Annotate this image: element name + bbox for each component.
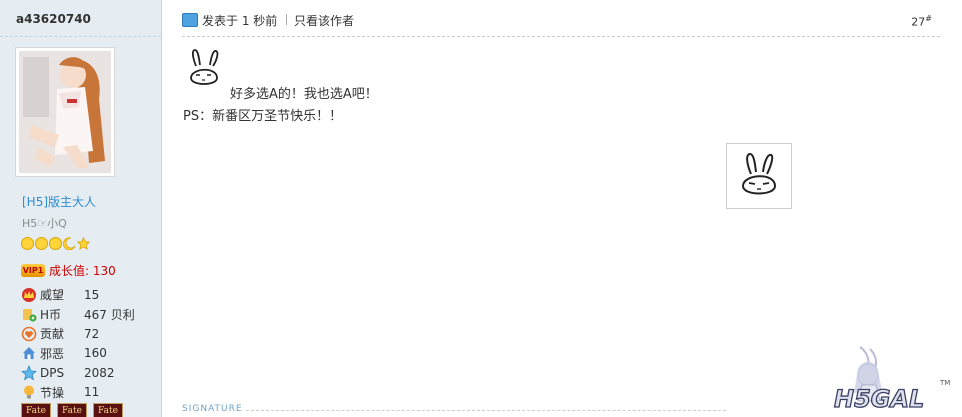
stat-value: 2082 bbox=[84, 365, 115, 380]
fate-medal-icon[interactable]: Fate bbox=[21, 403, 51, 417]
bunny-emoticon-icon bbox=[190, 49, 219, 85]
crown-icon bbox=[22, 287, 36, 302]
stat-label: 节操 bbox=[40, 385, 65, 400]
logo-text: H5GAL bbox=[834, 385, 924, 413]
heart-icon bbox=[21, 326, 37, 342]
growth-value: 成长值: 130 bbox=[49, 264, 116, 278]
level-icons bbox=[21, 237, 90, 250]
user-subtitle: H5☞小Q bbox=[22, 217, 67, 230]
stat-label: 威望 bbox=[40, 288, 65, 303]
stat-row: 威望 15 bbox=[21, 285, 161, 305]
vip-row: VIP1 成长值: 130 bbox=[21, 262, 116, 279]
signature-label: SIGNATURE bbox=[182, 404, 243, 414]
bunny-emoticon-icon bbox=[741, 152, 777, 195]
post-text-line: 好多选A的！我也选A吧！ bbox=[230, 87, 378, 102]
fate-medal-icon[interactable]: Fate bbox=[93, 403, 123, 417]
online-user-icon bbox=[182, 13, 198, 27]
stat-row: 节操 11 bbox=[21, 383, 161, 403]
stat-value: 72 bbox=[84, 326, 100, 341]
sun-icon bbox=[49, 237, 62, 250]
divider bbox=[182, 36, 940, 37]
sun-icon bbox=[21, 237, 34, 250]
user-rank-link[interactable]: [H5]版主大人 bbox=[22, 193, 96, 210]
house-icon bbox=[23, 347, 35, 360]
medal-list: Fate Fate Fate bbox=[21, 403, 123, 417]
stat-row: DPS 2082 bbox=[21, 363, 161, 383]
post-header: 发表于 1 秒前 只看该作者 27# bbox=[182, 10, 940, 32]
stat-label: 贡献 bbox=[40, 327, 65, 342]
avatar[interactable] bbox=[15, 47, 115, 177]
fate-medal-icon[interactable]: Fate bbox=[57, 403, 87, 417]
bunny-sticker-image[interactable] bbox=[726, 143, 792, 209]
stat-row: H币 467 贝利 bbox=[21, 305, 161, 325]
stat-value: 467 贝利 bbox=[84, 307, 135, 322]
stat-row: 贡献 72 bbox=[21, 324, 161, 344]
user-sidebar: a43620740 [H5]版主大人 H5☞小Q VIP1 成长值: 130 威… bbox=[0, 0, 162, 417]
stat-label: 邪恶 bbox=[40, 346, 65, 361]
star-icon bbox=[77, 237, 90, 250]
star-icon bbox=[21, 364, 37, 381]
moon-icon bbox=[63, 237, 76, 250]
post-text-line: PS：新番区万圣节快乐！！ bbox=[183, 109, 343, 124]
post-time: 发表于 1 秒前 bbox=[202, 14, 278, 28]
signature-divider bbox=[246, 410, 726, 411]
vip-badge[interactable]: VIP1 bbox=[21, 264, 45, 277]
h5gal-logo-icon: H5GAL TM bbox=[833, 346, 950, 414]
avatar-image bbox=[19, 51, 111, 173]
floor-number[interactable]: 27# bbox=[911, 14, 932, 29]
username[interactable]: a43620740 bbox=[16, 12, 91, 26]
stat-value: 160 bbox=[84, 346, 107, 361]
stat-value: 11 bbox=[84, 385, 100, 400]
stat-row: 邪恶 160 bbox=[21, 344, 161, 364]
sun-icon bbox=[35, 237, 48, 250]
floor-suffix: # bbox=[925, 14, 932, 23]
logo-tm: TM bbox=[939, 379, 950, 387]
stat-label: H币 bbox=[40, 307, 62, 322]
floor-value: 27 bbox=[911, 15, 926, 29]
separator bbox=[286, 14, 287, 25]
divider bbox=[0, 36, 161, 37]
stat-label: DPS bbox=[40, 365, 65, 380]
stat-value: 15 bbox=[84, 287, 100, 302]
author-only-link[interactable]: 只看该作者 bbox=[294, 12, 354, 29]
bulb-icon bbox=[24, 385, 34, 399]
coin-icon bbox=[23, 309, 37, 322]
user-stats: 威望 15 H币 467 贝利 贡献 72 邪恶 160 DPS 2082 节操… bbox=[21, 285, 161, 402]
